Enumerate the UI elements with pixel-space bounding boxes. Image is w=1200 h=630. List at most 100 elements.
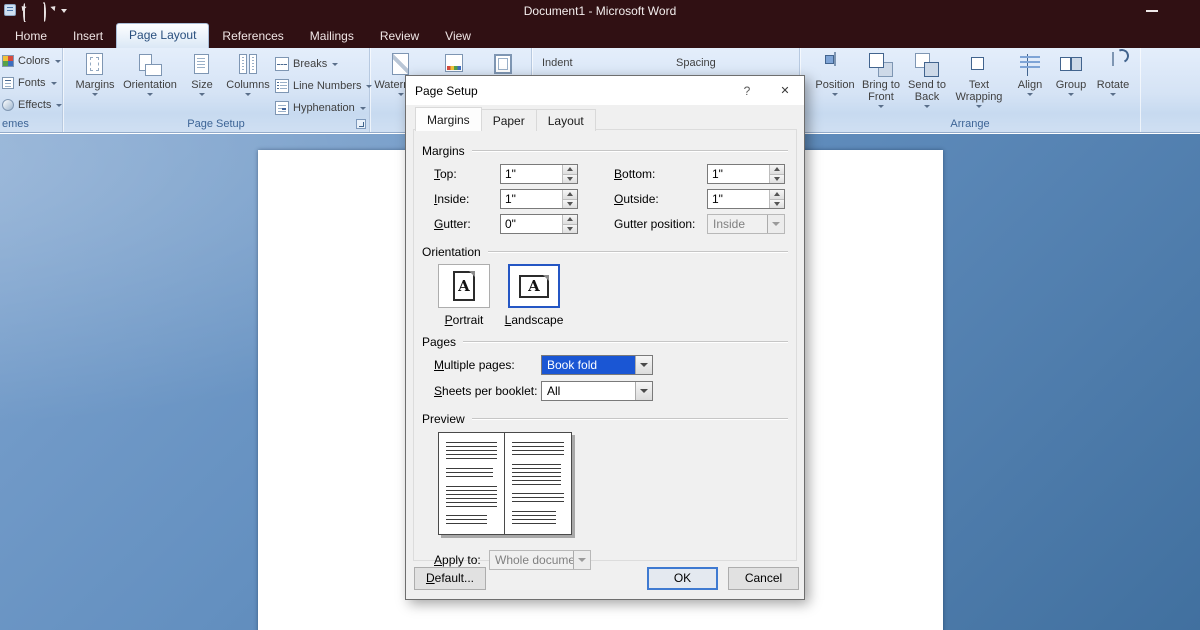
spin-up-icon[interactable] xyxy=(562,190,577,200)
spin-down-icon[interactable] xyxy=(562,200,577,209)
spin-up-icon[interactable] xyxy=(562,165,577,175)
portrait-tile[interactable]: A xyxy=(438,264,490,308)
landscape-icon: A xyxy=(519,275,549,298)
line-numbers-button[interactable]: Line Numbers xyxy=(275,79,372,93)
watermark-icon xyxy=(392,53,409,75)
dropdown-icon xyxy=(92,93,98,96)
columns-icon xyxy=(239,54,247,74)
preview-graphic xyxy=(438,432,796,535)
page-color-icon xyxy=(445,54,463,72)
window-title: Document1 - Microsoft Word xyxy=(0,4,1200,18)
margins-section-header: Margins xyxy=(422,144,788,158)
title-bar: Document1 - Microsoft Word xyxy=(0,0,1200,22)
ok-button[interactable]: OK xyxy=(647,567,718,590)
pages-section-header: Pages xyxy=(422,335,788,349)
spacing-label: Spacing xyxy=(676,57,716,69)
arrange-group: Position Bring to Front Send to Back Tex… xyxy=(800,48,1140,132)
dropdown-icon[interactable] xyxy=(635,382,652,400)
multiple-pages-combobox[interactable]: Book fold xyxy=(541,355,653,375)
dialog-tab-margins[interactable]: Margins xyxy=(415,107,482,131)
page-setup-dialog-launcher[interactable] xyxy=(356,119,366,129)
orientation-button[interactable]: Orientation xyxy=(119,53,181,96)
theme-colors-button[interactable]: Colors xyxy=(2,55,61,67)
group-button[interactable]: Group xyxy=(1050,53,1092,96)
hyphenation-icon xyxy=(275,101,289,115)
send-to-back-button[interactable]: Send to Back xyxy=(904,53,950,108)
spin-up-icon[interactable] xyxy=(769,190,784,200)
breaks-button[interactable]: Breaks xyxy=(275,57,338,71)
themes-group-label: emes xyxy=(0,118,62,130)
size-icon xyxy=(194,54,209,74)
dropdown-icon xyxy=(767,215,784,233)
hyphenation-button[interactable]: Hyphenation xyxy=(275,101,366,115)
tab-mailings[interactable]: Mailings xyxy=(297,24,367,48)
inside-margin-spinner[interactable]: 1" xyxy=(500,189,578,209)
dialog-title-bar[interactable]: Page Setup ? ✕ xyxy=(406,76,804,105)
outside-margin-spinner[interactable]: 1" xyxy=(707,189,785,209)
position-button[interactable]: Position xyxy=(812,53,858,96)
themes-group: Colors Fonts Effects emes xyxy=(0,48,63,132)
text-wrapping-button[interactable]: Text Wrapping xyxy=(952,53,1006,108)
margins-button[interactable]: Margins xyxy=(71,53,119,96)
spin-down-icon[interactable] xyxy=(562,225,577,234)
dropdown-icon xyxy=(55,60,61,63)
dialog-tab-layout[interactable]: Layout xyxy=(536,109,596,131)
size-button[interactable]: Size xyxy=(183,53,221,96)
top-label: Top: xyxy=(434,167,500,181)
align-button[interactable]: Align xyxy=(1010,53,1050,96)
landscape-tile[interactable]: A xyxy=(508,264,560,308)
columns-button[interactable]: Columns xyxy=(223,53,273,96)
cancel-button[interactable]: Cancel xyxy=(728,567,799,590)
spin-up-icon[interactable] xyxy=(562,215,577,225)
tab-view[interactable]: View xyxy=(432,24,484,48)
tab-references[interactable]: References xyxy=(209,24,296,48)
outside-label: Outside: xyxy=(614,192,707,206)
gutter-position-label: Gutter position: xyxy=(614,217,707,231)
preview-right-page xyxy=(505,432,572,535)
rotate-icon xyxy=(1112,52,1114,66)
portrait-icon: A xyxy=(453,271,475,301)
orientation-section-header: Orientation xyxy=(422,245,788,259)
dropdown-icon xyxy=(878,105,884,108)
spin-down-icon[interactable] xyxy=(769,175,784,184)
dropdown-icon xyxy=(976,105,982,108)
rotate-button[interactable]: Rotate xyxy=(1092,53,1134,96)
dropdown-icon xyxy=(1027,93,1033,96)
portrait-option[interactable]: A Portrait xyxy=(436,264,492,327)
landscape-label: Landscape xyxy=(505,313,564,327)
gutter-label: Gutter: xyxy=(434,217,500,231)
tab-home[interactable]: Home xyxy=(2,24,60,48)
theme-effects-icon xyxy=(2,99,14,111)
multiple-pages-row: Multiple pages: Book fold xyxy=(434,354,796,376)
spin-down-icon[interactable] xyxy=(562,175,577,184)
bottom-label: Bottom: xyxy=(614,167,707,181)
dropdown-icon xyxy=(199,93,205,96)
theme-effects-button[interactable]: Effects xyxy=(2,99,62,111)
orientation-options: A Portrait A Landscape xyxy=(436,264,796,327)
gutter-spinner[interactable]: 0" xyxy=(500,214,578,234)
dialog-help-icon[interactable]: ? xyxy=(738,82,756,100)
dropdown-icon xyxy=(398,93,404,96)
apply-to-label: Apply to: xyxy=(434,553,489,567)
spin-down-icon[interactable] xyxy=(769,200,784,209)
tab-review[interactable]: Review xyxy=(367,24,432,48)
tab-page-layout[interactable]: Page Layout xyxy=(116,23,209,48)
breaks-icon xyxy=(275,57,289,71)
dropdown-icon[interactable] xyxy=(635,356,652,374)
page-setup-group: Margins Orientation Size Columns Breaks xyxy=(63,48,370,132)
theme-fonts-button[interactable]: Fonts xyxy=(2,77,57,89)
sheets-per-booklet-combobox[interactable]: All xyxy=(541,381,653,401)
minimize-button[interactable] xyxy=(1146,10,1158,12)
dropdown-icon xyxy=(1068,93,1074,96)
sheets-per-booklet-row: Sheets per booklet: All xyxy=(434,380,796,402)
tab-insert[interactable]: Insert xyxy=(60,24,116,48)
top-margin-spinner[interactable]: 1" xyxy=(500,164,578,184)
default-button[interactable]: Default... xyxy=(414,567,486,590)
spin-up-icon[interactable] xyxy=(769,165,784,175)
bring-to-front-button[interactable]: Bring to Front xyxy=(858,53,904,108)
bottom-margin-spinner[interactable]: 1" xyxy=(707,164,785,184)
dialog-close-icon[interactable]: ✕ xyxy=(774,82,796,100)
word-window: Document1 - Microsoft Word Home Insert P… xyxy=(0,0,1200,630)
dialog-tab-paper[interactable]: Paper xyxy=(481,109,537,131)
landscape-option[interactable]: A Landscape xyxy=(506,264,562,327)
